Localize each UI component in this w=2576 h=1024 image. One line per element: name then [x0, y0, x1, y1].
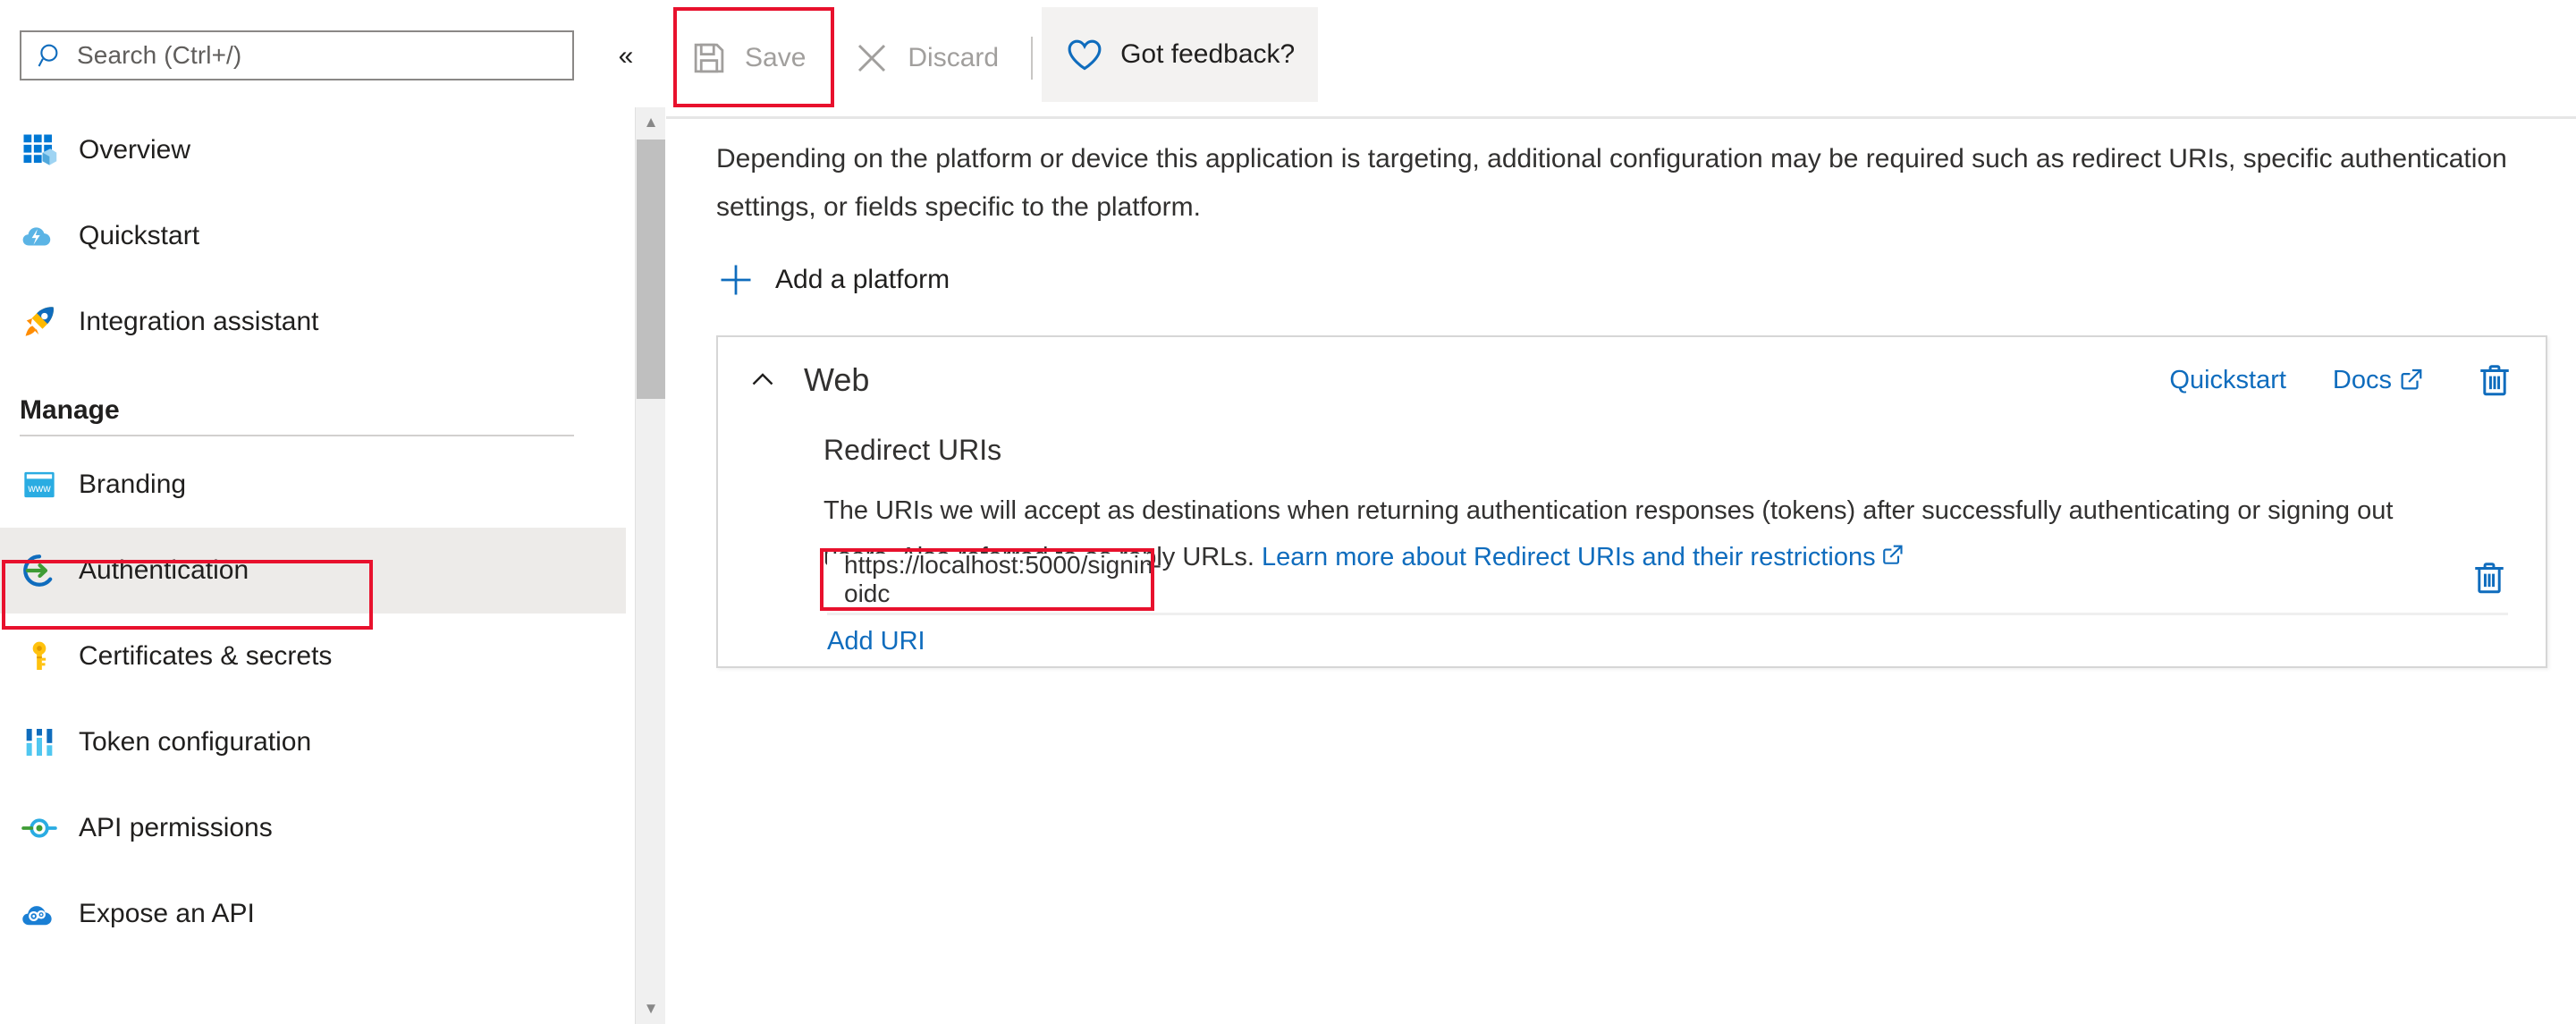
web-platform-card-title: Web [804, 361, 870, 398]
overview-grid-icon [20, 131, 59, 170]
sidebar-scrollbar[interactable]: ▲ ▼ [635, 107, 665, 1024]
sidebar-item-branding[interactable]: www Branding [0, 442, 626, 528]
redirect-uri-input[interactable]: https://localhost:5000/signin-oidc [827, 551, 1161, 607]
web-platform-card: Web Quickstart Docs Redirect URIs The UR… [716, 335, 2547, 668]
web-platform-card-header: Web Quickstart Docs [718, 337, 2546, 423]
search-icon [36, 40, 66, 71]
svg-text:www: www [27, 483, 51, 495]
learn-more-redirect-uris-link[interactable]: Learn more about Redirect URIs and their… [1262, 543, 1876, 571]
add-a-platform-label: Add a platform [775, 265, 950, 294]
discard-button[interactable]: Discard [829, 0, 1022, 118]
heart-icon [1065, 35, 1104, 74]
sidebar-item-label: Expose an API [79, 899, 255, 928]
sidebar-item-integration-assistant[interactable]: Integration assistant [0, 279, 626, 365]
save-floppy-icon [689, 38, 729, 78]
sidebar-item-label: Token configuration [79, 727, 312, 757]
rocket-icon [20, 302, 59, 342]
sidebar-item-quickstart[interactable]: Quickstart [0, 193, 626, 279]
got-feedback-button[interactable]: Got feedback? [1042, 7, 1319, 102]
command-bar: Save Discard Got feedback? [666, 0, 2576, 119]
save-button-label: Save [745, 43, 807, 72]
delete-platform-button[interactable] [2476, 361, 2513, 399]
sidebar-item-label: API permissions [79, 813, 273, 842]
redirect-uri-row-divider [827, 613, 2508, 615]
add-uri-link[interactable]: Add URI [827, 627, 925, 656]
sliders-icon [20, 723, 59, 762]
scrollbar-thumb[interactable] [637, 140, 665, 399]
sidebar-item-label: Integration assistant [79, 307, 319, 336]
sidebar-item-label: Authentication [79, 555, 249, 585]
sidebar-item-expose-an-api[interactable]: Expose an API [0, 871, 626, 957]
sidebar-item-label: Branding [79, 470, 187, 499]
scroll-up-arrow-icon[interactable]: ▲ [636, 107, 666, 138]
sidebar-item-label: Certificates & secrets [79, 641, 333, 671]
card-quickstart-label: Quickstart [2169, 365, 2286, 394]
sidebar-search-row: Search (Ctrl+/) « [0, 0, 635, 107]
got-feedback-button-label: Got feedback? [1120, 39, 1296, 69]
search-input[interactable]: Search (Ctrl+/) [20, 30, 574, 80]
external-link-icon [1879, 537, 1905, 583]
sidebar-item-overview[interactable]: Overview [0, 107, 626, 193]
chevron-up-icon[interactable] [745, 362, 781, 398]
sidebar-group-title-manage: Manage [20, 395, 120, 425]
card-docs-link[interactable]: Docs [2333, 366, 2424, 395]
card-docs-label: Docs [2332, 365, 2392, 394]
cloud-lightning-icon [20, 216, 59, 256]
card-quickstart-link[interactable]: Quickstart [2169, 366, 2286, 395]
sidebar-nav-list: Overview Quickstart Integration assistan… [0, 107, 626, 1024]
authentication-arrow-icon [20, 551, 59, 590]
browser-www-icon: www [20, 465, 59, 504]
add-a-platform-button[interactable]: Add a platform [716, 260, 950, 300]
scroll-down-arrow-icon[interactable]: ▼ [636, 994, 666, 1024]
collapse-sidebar-button[interactable]: « [608, 43, 644, 73]
sidebar-item-token-configuration[interactable]: Token configuration [0, 699, 626, 785]
sidebar-item-label: Overview [79, 135, 191, 165]
close-x-icon [852, 38, 891, 78]
sidebar-item-certificates-secrets[interactable]: Certificates & secrets [0, 614, 626, 699]
delete-redirect-uri-button[interactable] [2470, 559, 2508, 601]
sidebar-item-authentication[interactable]: Authentication [0, 528, 626, 614]
discard-button-label: Discard [908, 43, 1000, 72]
cloud-gears-icon [20, 894, 59, 934]
authentication-content: Depending on the platform or device this… [666, 119, 2576, 1024]
plus-icon [716, 260, 756, 300]
command-bar-separator [1031, 37, 1034, 80]
sidebar-item-api-permissions[interactable]: API permissions [0, 785, 626, 871]
key-icon [20, 637, 59, 676]
platform-configurations-intro: Depending on the platform or device this… [716, 144, 2507, 222]
external-link-icon [2397, 367, 2424, 394]
main-content: Save Discard Got feedback? Depending on … [666, 0, 2576, 1024]
sidebar: Search (Ctrl+/) « Overview Quickstart In… [0, 0, 635, 1024]
redirect-uris-title: Redirect URIs [823, 434, 1002, 466]
web-platform-card-actions: Quickstart Docs [2123, 361, 2546, 399]
search-placeholder: Search (Ctrl+/) [77, 41, 242, 69]
sidebar-item-label: Quickstart [79, 221, 200, 250]
api-connector-icon [20, 808, 59, 848]
sidebar-group-divider [20, 435, 574, 436]
azure-portal-authentication-screen: Search (Ctrl+/) « Overview Quickstart In… [0, 0, 2576, 1024]
save-button[interactable]: Save [666, 0, 829, 118]
